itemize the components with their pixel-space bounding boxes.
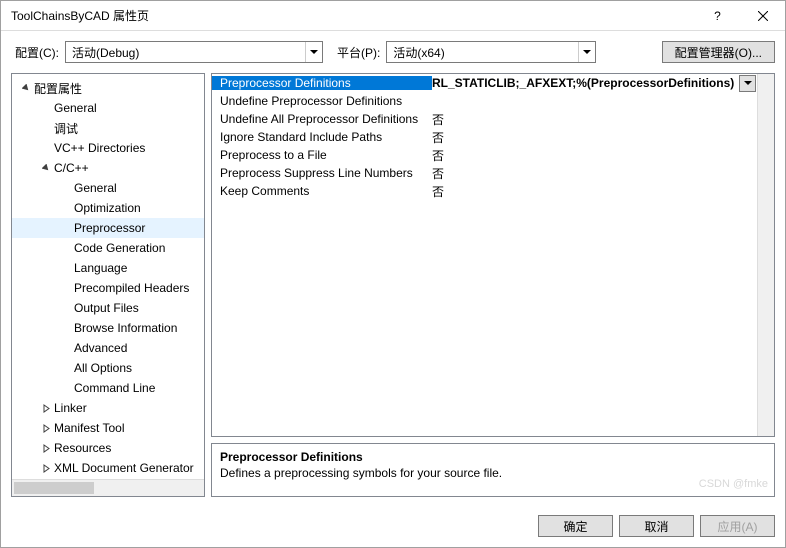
description-text: Defines a preprocessing symbols for your… bbox=[220, 466, 766, 480]
expand-icon[interactable] bbox=[40, 404, 52, 413]
tree-item[interactable]: XML Document Generator bbox=[12, 458, 204, 478]
titlebar: ToolChainsByCAD 属性页 ? bbox=[1, 1, 785, 31]
expand-icon[interactable] bbox=[40, 464, 52, 473]
tree-item[interactable]: Language bbox=[12, 258, 204, 278]
tree-item-label: Linker bbox=[54, 401, 87, 415]
tree-item-label: C/C++ bbox=[54, 161, 89, 175]
collapse-icon[interactable] bbox=[20, 84, 32, 93]
property-name: Ignore Standard Include Paths bbox=[212, 130, 432, 144]
property-value[interactable]: 否 bbox=[432, 111, 757, 128]
help-button[interactable]: ? bbox=[695, 1, 740, 31]
description-panel: Preprocessor Definitions Defines a prepr… bbox=[211, 443, 775, 497]
tree-item[interactable]: Resources bbox=[12, 438, 204, 458]
tree-item-label: General bbox=[74, 181, 117, 195]
property-name: Keep Comments bbox=[212, 184, 432, 198]
chevron-down-icon[interactable] bbox=[739, 75, 756, 92]
tree-item-label: VC++ Directories bbox=[54, 141, 145, 155]
dialog-buttons: 确定 取消 应用(A) bbox=[1, 505, 785, 547]
collapse-icon[interactable] bbox=[40, 164, 52, 173]
property-name: Undefine All Preprocessor Definitions bbox=[212, 112, 432, 126]
tree-item[interactable]: 配置属性 bbox=[12, 78, 204, 98]
config-manager-button[interactable]: 配置管理器(O)... bbox=[662, 41, 775, 63]
tree-item[interactable]: Manifest Tool bbox=[12, 418, 204, 438]
tree-item[interactable]: Output Files bbox=[12, 298, 204, 318]
tree-item[interactable]: Linker bbox=[12, 398, 204, 418]
tree-item-label: All Options bbox=[74, 361, 132, 375]
tree-item-label: Manifest Tool bbox=[54, 421, 124, 435]
tree-item-label: Precompiled Headers bbox=[74, 281, 189, 295]
tree-item-label: 配置属性 bbox=[34, 80, 82, 97]
tree-item-label: Command Line bbox=[74, 381, 155, 395]
platform-value: 活动(x64) bbox=[387, 44, 578, 61]
tree-item[interactable]: VC++ Directories bbox=[12, 138, 204, 158]
property-row[interactable]: Ignore Standard Include Paths否 bbox=[212, 128, 757, 146]
property-name: Preprocess to a File bbox=[212, 148, 432, 162]
tree-item-label: 调试 bbox=[54, 120, 78, 137]
property-value[interactable]: 否 bbox=[432, 147, 757, 164]
tree-item-label: Output Files bbox=[74, 301, 139, 315]
tree-item-label: General bbox=[54, 101, 97, 115]
property-row[interactable]: Keep Comments否 bbox=[212, 182, 757, 200]
apply-button[interactable]: 应用(A) bbox=[700, 515, 775, 537]
property-row[interactable]: Preprocess Suppress Line Numbers否 bbox=[212, 164, 757, 182]
close-icon bbox=[758, 11, 768, 21]
platform-label: 平台(P): bbox=[337, 44, 380, 61]
property-value[interactable]: 否 bbox=[432, 165, 757, 182]
tree-item[interactable]: Code Generation bbox=[12, 238, 204, 258]
property-grid[interactable]: Preprocessor DefinitionsRL_STATICLIB;_AF… bbox=[212, 74, 757, 436]
tree-item-label: Browse Information bbox=[74, 321, 177, 335]
tree-item-label: XML Document Generator bbox=[54, 461, 194, 475]
property-name: Undefine Preprocessor Definitions bbox=[212, 94, 432, 108]
tree-item[interactable]: General bbox=[12, 178, 204, 198]
config-combo[interactable]: 活动(Debug) bbox=[65, 41, 323, 63]
description-title: Preprocessor Definitions bbox=[220, 450, 766, 464]
config-value: 活动(Debug) bbox=[66, 44, 305, 61]
tree-item[interactable]: C/C++ bbox=[12, 158, 204, 178]
tree-item[interactable]: All Options bbox=[12, 358, 204, 378]
tree-item[interactable]: Browse Information bbox=[12, 318, 204, 338]
tree-item-label: Resources bbox=[54, 441, 111, 455]
property-name: Preprocessor Definitions bbox=[212, 76, 432, 90]
tree-item[interactable]: General bbox=[12, 98, 204, 118]
property-value[interactable]: 否 bbox=[432, 129, 757, 146]
expand-icon[interactable] bbox=[40, 444, 52, 453]
platform-combo[interactable]: 活动(x64) bbox=[386, 41, 596, 63]
tree-item-label: Preprocessor bbox=[74, 221, 145, 235]
tree-item[interactable]: Command Line bbox=[12, 378, 204, 398]
tree-item[interactable]: Advanced bbox=[12, 338, 204, 358]
config-label: 配置(C): bbox=[15, 44, 59, 61]
tree-item[interactable]: Precompiled Headers bbox=[12, 278, 204, 298]
tree-item-label: Language bbox=[74, 261, 127, 275]
property-value[interactable]: 否 bbox=[432, 183, 757, 200]
cancel-button[interactable]: 取消 bbox=[619, 515, 694, 537]
property-name: Preprocess Suppress Line Numbers bbox=[212, 166, 432, 180]
tree-item[interactable]: Preprocessor bbox=[12, 218, 204, 238]
property-value[interactable]: RL_STATICLIB;_AFXEXT;%(PreprocessorDefin… bbox=[432, 75, 757, 92]
tree-panel: 配置属性 General 调试 VC++ Directories C/C++ Genera… bbox=[11, 73, 205, 497]
expand-icon[interactable] bbox=[40, 424, 52, 433]
horizontal-scrollbar[interactable] bbox=[12, 479, 204, 496]
tree-item-label: Code Generation bbox=[74, 241, 165, 255]
ok-button[interactable]: 确定 bbox=[538, 515, 613, 537]
tree-item-label: Advanced bbox=[74, 341, 127, 355]
tree-item[interactable]: Optimization bbox=[12, 198, 204, 218]
property-row[interactable]: Preprocess to a File否 bbox=[212, 146, 757, 164]
property-row[interactable]: Undefine All Preprocessor Definitions否 bbox=[212, 110, 757, 128]
close-button[interactable] bbox=[740, 1, 785, 31]
chevron-down-icon bbox=[578, 42, 595, 62]
property-row[interactable]: Undefine Preprocessor Definitions bbox=[212, 92, 757, 110]
config-row: 配置(C): 活动(Debug) 平台(P): 活动(x64) 配置管理器(O)… bbox=[1, 31, 785, 73]
tree-item[interactable]: 调试 bbox=[12, 118, 204, 138]
property-row[interactable]: Preprocessor DefinitionsRL_STATICLIB;_AF… bbox=[212, 74, 757, 92]
property-grid-panel: Preprocessor DefinitionsRL_STATICLIB;_AF… bbox=[211, 73, 775, 437]
watermark: CSDN @fmke bbox=[699, 478, 768, 490]
chevron-down-icon bbox=[305, 42, 322, 62]
window-title: ToolChainsByCAD 属性页 bbox=[11, 7, 695, 24]
nav-tree[interactable]: 配置属性 General 调试 VC++ Directories C/C++ Genera… bbox=[12, 74, 204, 479]
tree-item-label: Optimization bbox=[74, 201, 141, 215]
vertical-scrollbar[interactable] bbox=[757, 74, 774, 436]
